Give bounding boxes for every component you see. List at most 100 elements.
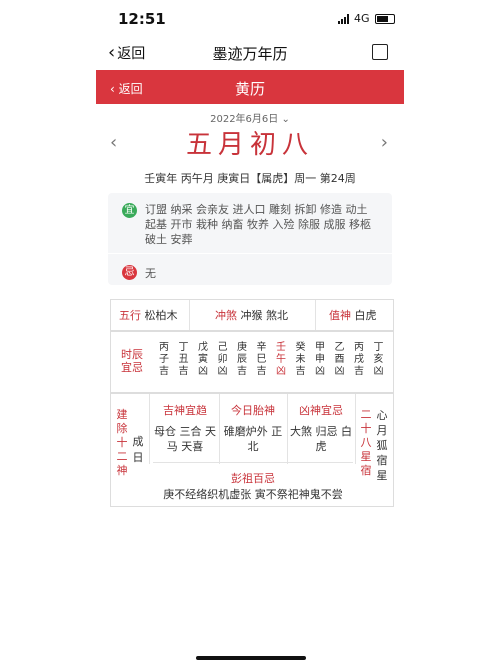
- shichen-hour: 甲申凶: [313, 342, 327, 378]
- shichen-stem: 丙: [159, 342, 169, 353]
- shichen-branch: 丑: [178, 354, 189, 365]
- zhishen-value: 白虎: [354, 309, 377, 322]
- signal-icon: [338, 13, 349, 24]
- shichen-stem: 己: [217, 342, 228, 353]
- zhishen-cell: 值神 白虎: [329, 307, 377, 323]
- nav-title: 墨迹万年历: [212, 45, 288, 63]
- status-bar: 12:51 4G: [0, 0, 500, 36]
- taishen-body: 碓磨炉外 正北: [223, 425, 283, 453]
- shichen-luck: 凶: [276, 366, 286, 377]
- jishen-body: 母仓 三合 天马 天喜: [154, 425, 216, 453]
- shichen-branch: 未: [295, 354, 306, 365]
- shichen-hour: 乙酉凶: [333, 342, 347, 378]
- shichen-luck: 凶: [198, 366, 208, 377]
- shichen-luck: 吉: [159, 366, 169, 377]
- shichen-luck: 凶: [217, 366, 228, 377]
- shichen-stem: 辛: [256, 342, 267, 353]
- shichen-luck: 吉: [256, 366, 267, 377]
- lunar-date-row: ‹ 五月初八 ›: [96, 124, 404, 164]
- shichen-hour: 丙戌吉: [352, 342, 366, 378]
- shichen-luck: 凶: [334, 366, 345, 377]
- shichen-branch: 酉: [334, 354, 345, 365]
- shichen-luck: 吉: [354, 366, 364, 377]
- ji-badge: 忌: [122, 265, 137, 280]
- shichen-branch: 子: [159, 354, 169, 365]
- shichen-branch: 申: [315, 354, 325, 365]
- shichen-branch: 午: [276, 354, 286, 365]
- pengzu-title: 彭祖百忌: [231, 472, 275, 485]
- chongsha-value: 冲猴 煞北: [240, 309, 289, 322]
- yi-badge: 宜: [122, 203, 137, 218]
- shichen-hour: 戊寅凶: [196, 342, 210, 378]
- shichen-hour: 丙子吉: [157, 342, 171, 378]
- divider: [219, 394, 220, 464]
- chongsha-cell: 冲煞 冲猴 煞北: [215, 307, 288, 323]
- shichen-row: 时辰宜忌 丙子吉丁丑吉戊寅凶己卯凶庚辰吉辛巳吉壬午凶癸未吉甲申凶乙酉凶丙戌吉丁亥…: [110, 331, 394, 393]
- shichen-stem: 甲: [315, 342, 325, 353]
- yiji-panel: 宜 订盟 纳采 会亲友 进人口 雕刻 拆卸 修造 动土 起基 开市 栽种 纳畜 …: [108, 193, 392, 285]
- shichen-luck: 吉: [295, 366, 306, 377]
- shichen-hour: 庚辰吉: [235, 342, 249, 378]
- shichen-hour: 癸未吉: [294, 342, 308, 378]
- pengzu-body: 庚不经络织机虚张 寅不祭祀神鬼不尝: [163, 488, 343, 501]
- shichen-hour: 丁亥凶: [372, 342, 386, 378]
- shichen-branch: 亥: [373, 354, 384, 365]
- divider: [153, 462, 353, 463]
- shichen-hour: 壬午凶: [274, 342, 288, 378]
- status-icons: 4G: [338, 12, 395, 25]
- share-icon[interactable]: [372, 44, 388, 60]
- jishen-title: 吉神宜趋: [163, 404, 207, 417]
- shichen-luck: 凶: [315, 366, 325, 377]
- shichen-branch: 辰: [237, 354, 247, 365]
- detail-grid: 建除十二神 成日 吉神宜趋 母仓 三合 天马 天喜 今日胎神 碓磨炉外 正北 凶…: [110, 393, 394, 507]
- shichen-luck: 吉: [237, 366, 247, 377]
- battery-icon: [374, 13, 395, 24]
- shichen-stem: 丁: [373, 342, 384, 353]
- divider: [108, 253, 392, 254]
- divider: [355, 394, 356, 464]
- taishen-title: 今日胎神: [231, 404, 275, 417]
- status-time: 12:51: [118, 10, 166, 28]
- shichen-branch: 戌: [354, 354, 364, 365]
- shichen-stem: 丁: [178, 342, 189, 353]
- solar-date-picker[interactable]: 2022年6月6日 ⌄: [96, 110, 404, 125]
- jianchu-value: 成日: [132, 435, 144, 464]
- shichen-branch: 寅: [198, 354, 208, 365]
- xiu-value: 心月狐宿星: [376, 409, 388, 482]
- yi-text: 订盟 纳采 会亲友 进人口 雕刻 拆卸 修造 动土 起基 开市 栽种 纳畜 牧养…: [145, 203, 371, 246]
- divider: [189, 300, 190, 330]
- almanac-header: ‹ 返回 黄历: [96, 70, 404, 104]
- chongsha-label: 冲煞: [215, 309, 237, 322]
- lunar-date: 五月初八: [185, 130, 314, 160]
- header-title: 黄历: [234, 80, 265, 98]
- xiongshen-body: 大煞 归忌 白虎: [290, 425, 352, 453]
- shichen-hour: 丁丑吉: [177, 342, 191, 378]
- divider: [315, 300, 316, 330]
- nav-bar: ‹ 返回 墨迹万年历: [96, 36, 404, 70]
- ji-text: 无: [145, 267, 156, 280]
- zhishen-label: 值神: [329, 309, 351, 322]
- shichen-stem: 癸: [295, 342, 306, 353]
- shichen-stem: 丙: [354, 342, 364, 353]
- shichen-luck: 凶: [373, 366, 384, 377]
- shichen-branch: 卯: [217, 354, 228, 365]
- wuxing-row: 五行 松柏木 冲煞 冲猴 煞北 值神 白虎: [110, 299, 394, 331]
- jianchu-label: 建除十二神: [116, 408, 128, 477]
- shichen-stem: 戊: [198, 342, 208, 353]
- shichen-stem: 乙: [334, 342, 345, 353]
- wuxing-cell: 五行 松柏木: [119, 307, 178, 323]
- shichen-stem: 壬: [276, 342, 286, 353]
- home-indicator[interactable]: [196, 656, 306, 660]
- shichen-hour: 己卯凶: [216, 342, 230, 378]
- network-type: 4G: [354, 12, 370, 25]
- shichen-hour: 辛巳吉: [255, 342, 269, 378]
- shichen-branch: 巳: [256, 354, 267, 365]
- wuxing-label: 五行: [119, 309, 141, 322]
- xiu-label: 二十八星宿: [360, 408, 372, 477]
- ganzhi-info: 壬寅年 丙午月 庚寅日【属虎】周一 第24周: [144, 172, 356, 185]
- divider: [287, 394, 288, 464]
- xiongshen-title: 凶神宜忌: [299, 404, 343, 417]
- shichen-label: 时辰宜忌: [121, 348, 143, 374]
- shichen-stem: 庚: [237, 342, 247, 353]
- next-day-icon[interactable]: ›: [381, 132, 388, 153]
